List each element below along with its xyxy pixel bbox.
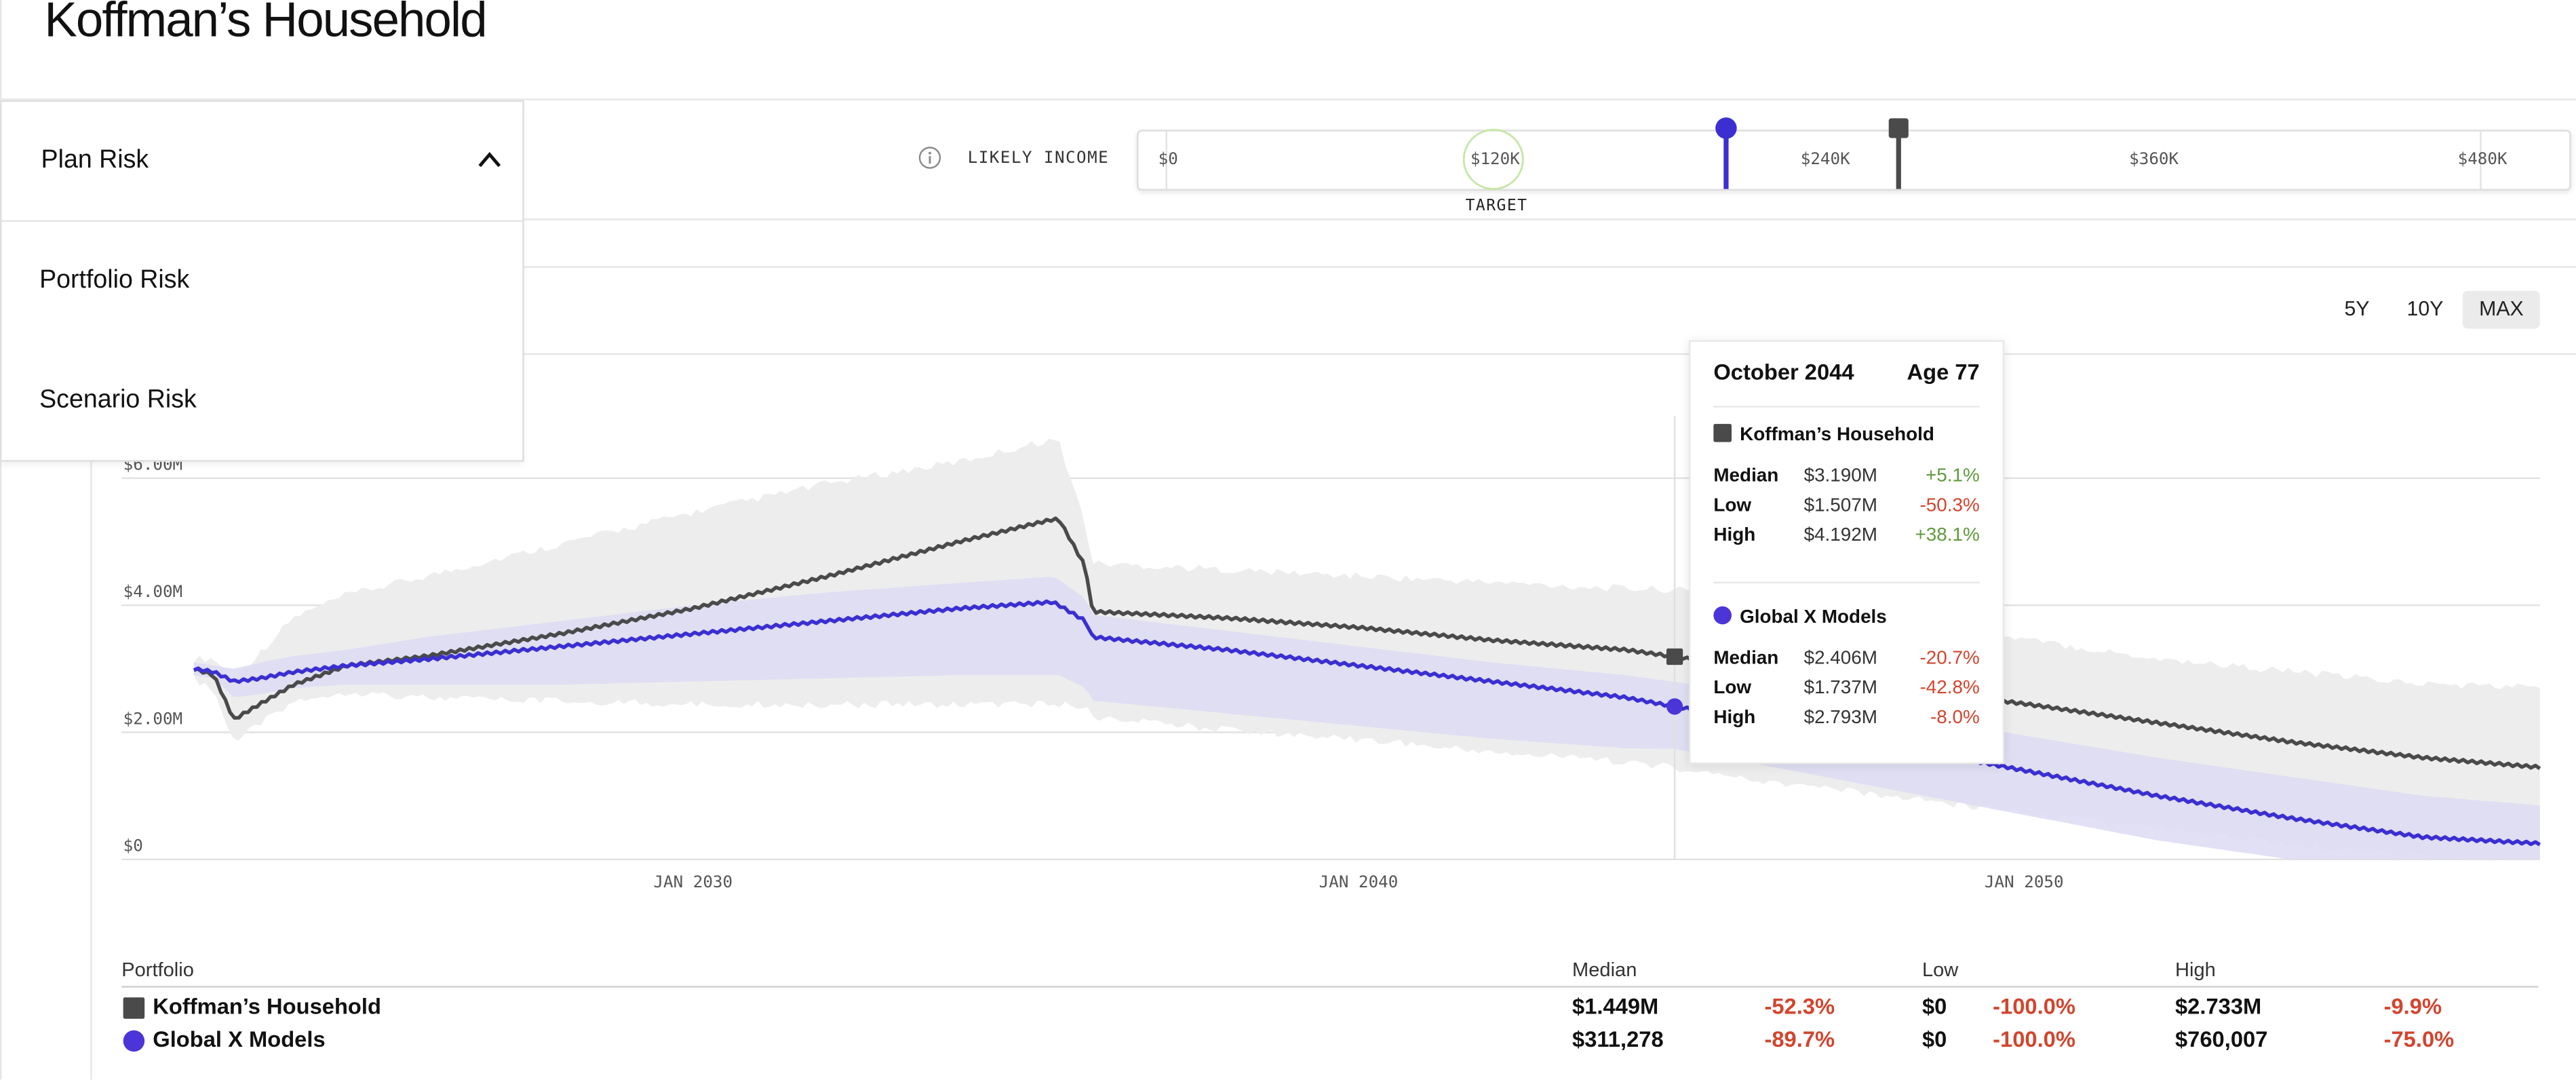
tooltip-row-change: +5.1%: [1925, 466, 1980, 486]
square-icon: [123, 997, 145, 1019]
tooltip-row: High $2.793M -8.0%: [1713, 708, 1979, 735]
tooltip-row-change: -8.0%: [1930, 708, 1980, 729]
row-median: $311,278: [1572, 1026, 1664, 1052]
tooltip-age: Age 77: [1907, 360, 1980, 385]
tooltip-row-label: High: [1713, 526, 1756, 546]
menu-item-scenario-risk[interactable]: Scenario Risk: [39, 386, 197, 416]
tooltip-row-value: $1.507M: [1803, 496, 1878, 516]
selected-risk-label: Plan Risk: [41, 146, 149, 174]
row-high: $760,007: [2174, 1026, 2268, 1052]
y-tick-label: $4.00M: [123, 582, 182, 601]
row-portfolio-name: Global X Models: [153, 1026, 326, 1052]
row-low: $0: [1921, 1026, 1947, 1052]
y-tick-label: $2.00M: [123, 709, 182, 728]
x-tick-label: JAN 2050: [1985, 872, 2064, 891]
row-low: $0: [1921, 994, 1947, 1019]
tooltip-row-label: Low: [1713, 496, 1752, 516]
row-median: $1.449M: [1572, 994, 1659, 1019]
tooltip-row-label: Median: [1713, 466, 1779, 486]
table-header-median: Median: [1572, 958, 1637, 982]
row-high-change: -9.9%: [2383, 994, 2442, 1019]
tooltip-row: Low $1.507M -50.3%: [1713, 497, 1979, 523]
tooltip-row-label: Low: [1713, 678, 1752, 699]
tooltip-row-label: High: [1713, 708, 1756, 729]
tooltip-row-value: $4.192M: [1803, 526, 1878, 546]
square-icon: [1713, 423, 1732, 442]
tooltip-row: Median $2.406M -20.7%: [1713, 649, 1979, 676]
models-hover-point: [1666, 698, 1683, 715]
tooltip-row-change: -42.8%: [1919, 678, 1980, 699]
app-stage: Koffman’s Household LIKELY INCOME $0 $12…: [0, 0, 2576, 1080]
tooltip-row-change: +38.1%: [1915, 526, 1980, 546]
tooltip-row-value: $1.737M: [1803, 678, 1878, 699]
tooltip-row-value: $3.190M: [1803, 466, 1878, 486]
table-header-high: High: [2174, 958, 2216, 982]
circle-icon: [1713, 606, 1732, 625]
row-low-change: -100.0%: [1993, 994, 2075, 1019]
tooltip-row: Median $3.190M +5.1%: [1713, 467, 1979, 493]
row-high-change: -75.0%: [2383, 1026, 2455, 1052]
tooltip-divider: [1713, 406, 1980, 408]
tooltip-date: October 2044: [1713, 360, 1854, 385]
y-tick-label: $0: [123, 836, 143, 855]
row-portfolio-name: Koffman’s Household: [153, 994, 381, 1019]
tooltip-series-household: Koffman’s Household: [1713, 423, 1934, 446]
tooltip-series-name: Global X Models: [1740, 608, 1887, 628]
tooltip-row: High $4.192M +38.1%: [1713, 526, 1979, 552]
tooltip-row-value: $2.406M: [1803, 649, 1878, 669]
chevron-up-icon: [478, 151, 501, 168]
menu-item-portfolio-risk[interactable]: Portfolio Risk: [39, 266, 189, 296]
tooltip-series-models: Global X Models: [1713, 606, 1887, 628]
risk-type-dropdown[interactable]: Plan Risk Portfolio Risk Scenario Risk: [0, 100, 524, 462]
tooltip-row-label: Median: [1713, 649, 1779, 669]
risk-dropdown-toggle[interactable]: Plan Risk: [1, 102, 523, 222]
x-tick-label: JAN 2040: [1319, 872, 1399, 891]
row-median-change: -52.3%: [1764, 994, 1835, 1019]
table-header-low: Low: [1921, 958, 1959, 982]
tooltip-series-name: Koffman’s Household: [1740, 425, 1934, 446]
tooltip-row-change: -50.3%: [1919, 496, 1980, 516]
row-high: $2.733M: [2174, 994, 2262, 1019]
table-header-rule: [121, 986, 2539, 988]
hover-tooltip: October 2044 Age 77 Koffman’s Household …: [1689, 340, 2005, 765]
table-header-portfolio: Portfolio: [121, 958, 194, 982]
row-median-change: -89.7%: [1764, 1026, 1835, 1052]
circle-icon: [123, 1030, 145, 1052]
tooltip-row-value: $2.793M: [1803, 708, 1878, 729]
household-hover-point: [1666, 648, 1683, 666]
x-tick-label: JAN 2030: [653, 872, 733, 891]
tooltip-divider: [1713, 581, 1980, 583]
tooltip-row-change: -20.7%: [1919, 649, 1980, 669]
row-low-change: -100.0%: [1993, 1026, 2075, 1052]
tooltip-row: Low $1.737M -42.8%: [1713, 678, 1979, 705]
